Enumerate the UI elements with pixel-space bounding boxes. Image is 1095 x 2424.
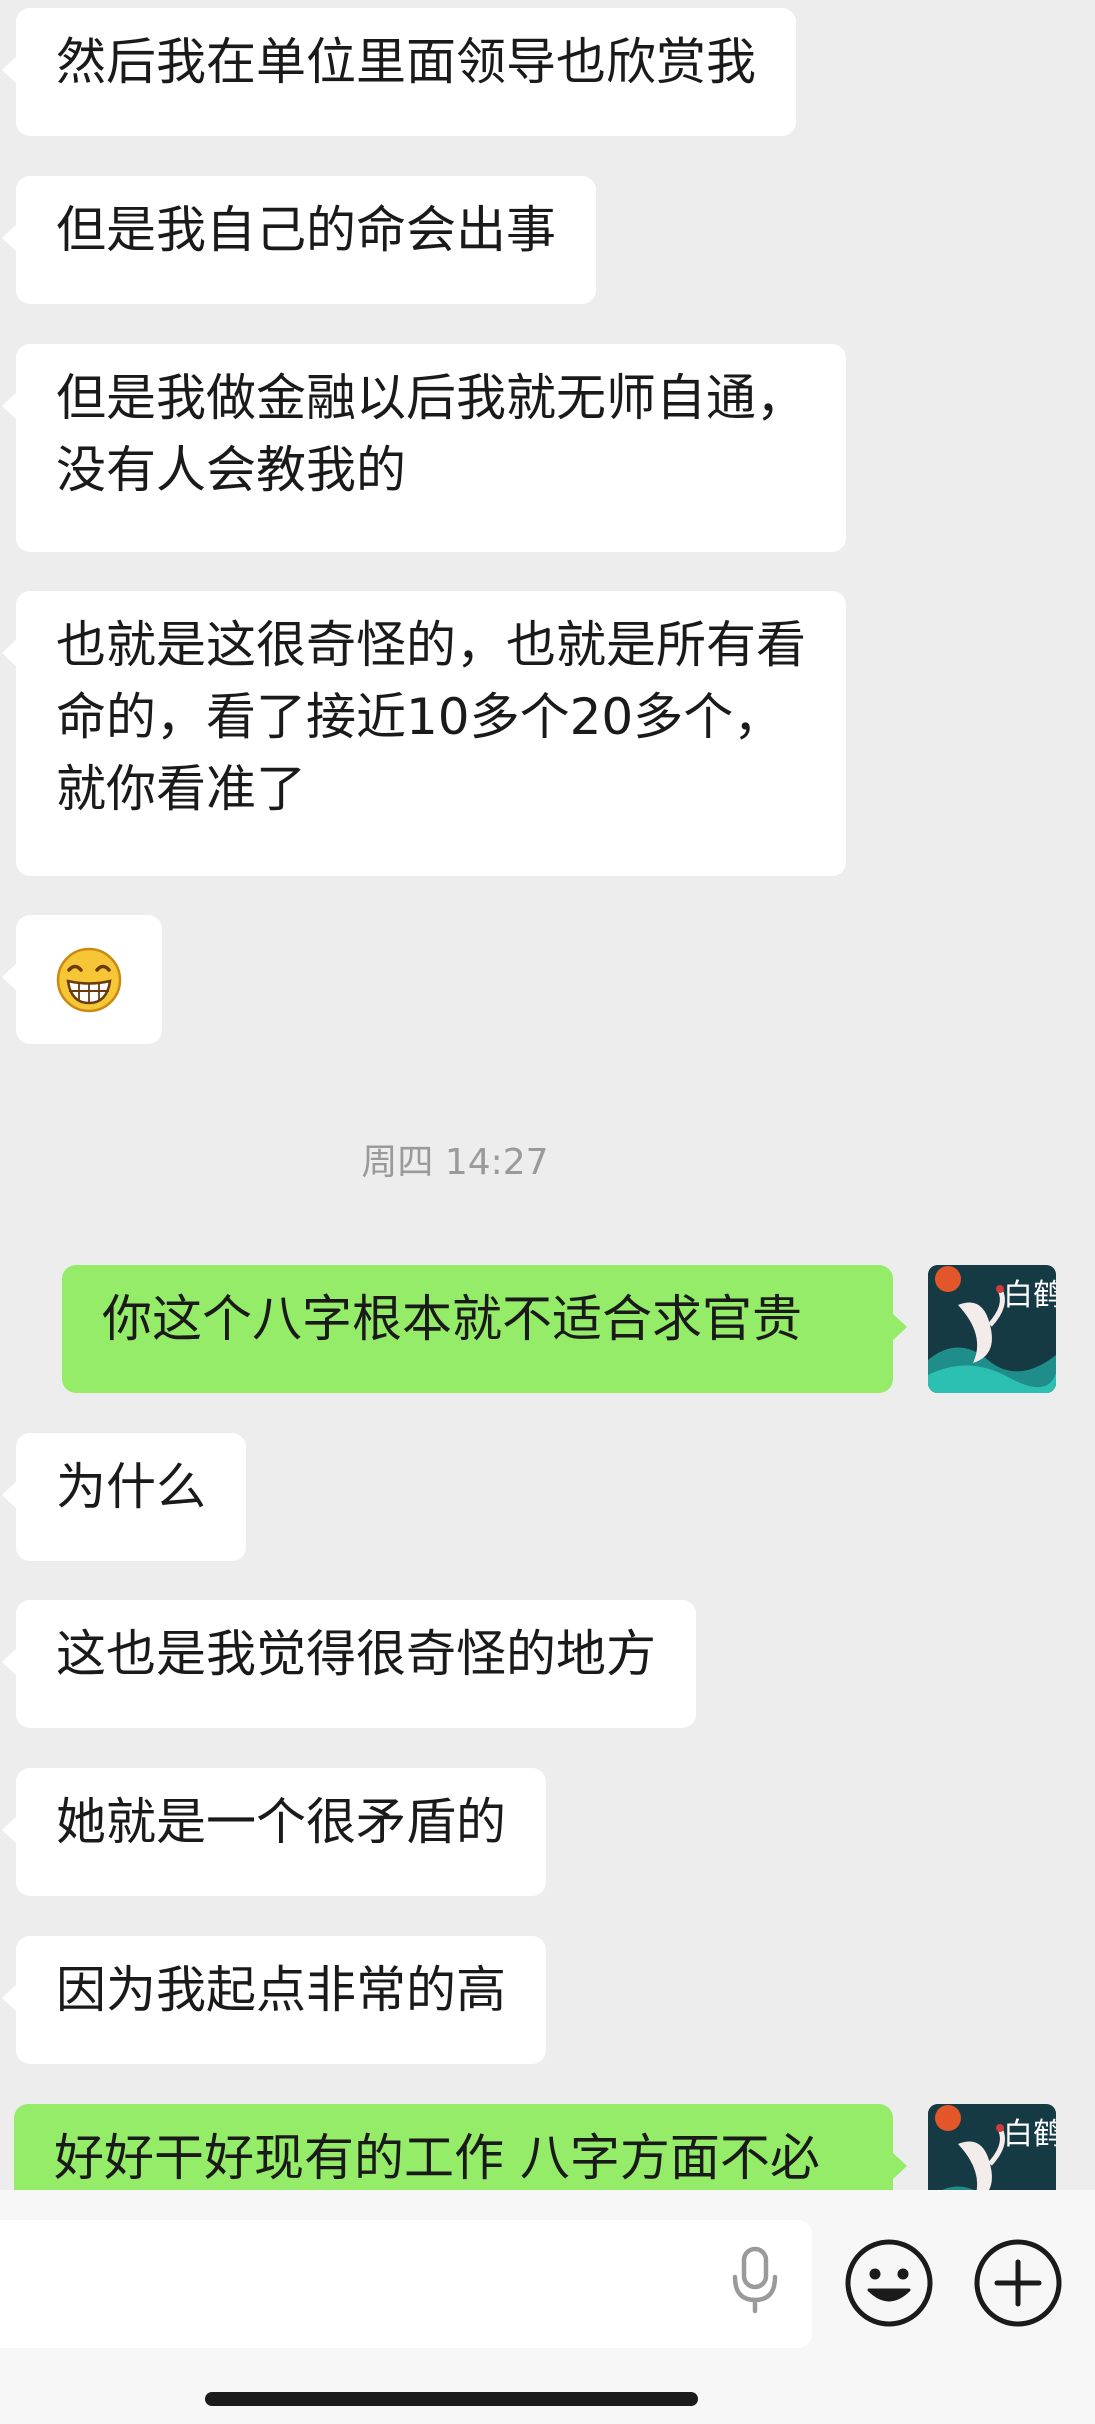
avatar-text: 白鹤 bbox=[1003, 1278, 1056, 1313]
message-text: 但是我自己的命会出事 bbox=[56, 201, 556, 259]
message-text: 好好干好现有的工作 八字方面不必 bbox=[54, 2129, 820, 2187]
message-text: 因为我起点非常的高 bbox=[56, 1961, 506, 2019]
message-text: 命的，看了接近10多个20多个， bbox=[56, 688, 784, 746]
incoming-message-bubble[interactable]: 也就是这很奇怪的，也就是所有看 命的，看了接近10多个20多个， 就你看准了 bbox=[2, 591, 846, 876]
incoming-message-bubble[interactable]: 因为我起点非常的高 bbox=[2, 1936, 546, 2064]
incoming-message-bubble[interactable]: 但是我自己的命会出事 bbox=[2, 176, 596, 304]
plus-icon[interactable] bbox=[973, 2238, 1063, 2328]
outgoing-message-bubble[interactable]: 好好干好现有的工作 八字方面不必 bbox=[14, 2104, 907, 2190]
message-text: 就你看准了 bbox=[56, 760, 306, 818]
message-text: 她就是一个很矛盾的 bbox=[56, 1793, 506, 1851]
incoming-message-bubble[interactable]: 她就是一个很矛盾的 bbox=[2, 1768, 546, 1896]
message-text: 也就是这很奇怪的，也就是所有看 bbox=[56, 616, 806, 674]
user-avatar[interactable]: 白鹤 bbox=[928, 2104, 1056, 2190]
chat-message-list[interactable]: 然后我在单位里面领导也欣赏我 但是我自己的命会出事 但是我做金融以后我就无师自通… bbox=[0, 0, 1095, 2190]
incoming-emoji-bubble[interactable] bbox=[2, 915, 162, 1044]
message-timestamp: 周四 14:27 bbox=[361, 1142, 549, 1183]
incoming-message-bubble[interactable]: 这也是我觉得很奇怪的地方 bbox=[2, 1600, 696, 1728]
message-text: 没有人会教我的 bbox=[56, 441, 406, 499]
incoming-message-bubble[interactable]: 为什么 bbox=[2, 1433, 246, 1561]
input-bar bbox=[0, 2190, 1095, 2424]
message-text: 但是我做金融以后我就无师自通， bbox=[56, 369, 806, 427]
outgoing-message-bubble[interactable]: 你这个八字根本就不适合求官贵 bbox=[62, 1265, 907, 1393]
message-text: 你这个八字根本就不适合求官贵 bbox=[102, 1290, 802, 1348]
message-text: 然后我在单位里面领导也欣赏我 bbox=[56, 33, 756, 91]
message-text: 为什么 bbox=[56, 1458, 206, 1516]
home-indicator[interactable] bbox=[205, 2392, 698, 2406]
incoming-message-bubble[interactable]: 但是我做金融以后我就无师自通， 没有人会教我的 bbox=[2, 344, 846, 552]
incoming-message-bubble[interactable]: 然后我在单位里面领导也欣赏我 bbox=[2, 8, 796, 136]
emoji-icon[interactable] bbox=[844, 2238, 934, 2328]
message-input[interactable] bbox=[0, 2220, 812, 2348]
grinning-face-icon bbox=[56, 947, 122, 1012]
message-text: 这也是我觉得很奇怪的地方 bbox=[56, 1625, 656, 1683]
microphone-icon[interactable] bbox=[725, 2245, 785, 2315]
user-avatar[interactable]: 白鹤 bbox=[928, 1265, 1056, 1393]
avatar-text: 白鹤 bbox=[1003, 2117, 1056, 2152]
